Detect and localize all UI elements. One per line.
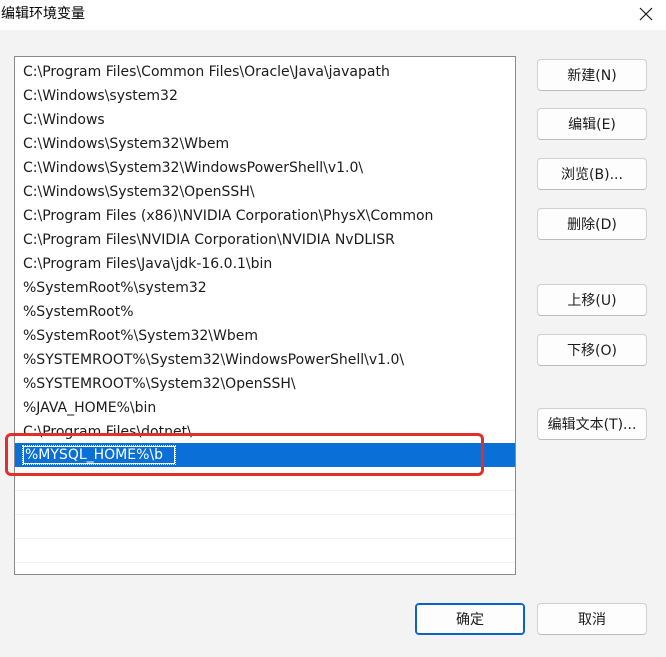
ok-button[interactable]: 确定 [415,603,525,635]
empty-row [15,539,515,563]
list-item[interactable]: C:\Windows\system32 [15,84,515,108]
list-item[interactable]: %SYSTEMROOT%\System32\WindowsPowerShell\… [15,348,515,372]
close-icon [639,7,653,21]
list-item[interactable]: %JAVA_HOME%\bin [15,396,515,420]
empty-row [15,491,515,515]
delete-button[interactable]: 删除(D) [537,208,647,240]
path-list[interactable]: C:\Program Files\Common Files\Oracle\Jav… [14,56,516,575]
list-item[interactable]: %SystemRoot%\System32\Wbem [15,324,515,348]
list-item[interactable]: %SystemRoot% [15,300,515,324]
empty-row [15,515,515,539]
list-item[interactable]: C:\Program Files\Java\jdk-16.0.1\bin [15,252,515,276]
window-title: 编辑环境变量 [1,6,85,22]
cancel-button[interactable]: 取消 [537,603,647,635]
move-up-button[interactable]: 上移(U) [537,284,647,316]
list-item[interactable]: %SystemRoot%\system32 [15,276,515,300]
edit-button[interactable]: 编辑(E) [537,108,647,140]
path-edit-input[interactable] [22,445,177,465]
list-item[interactable]: C:\Windows [15,108,515,132]
list-item-selected[interactable] [15,443,515,467]
browse-button[interactable]: 浏览(B)... [537,158,647,190]
close-button[interactable] [626,0,666,28]
list-item[interactable]: C:\Windows\System32\WindowsPowerShell\v1… [15,156,515,180]
list-item[interactable]: C:\Program Files\dotnet\ [15,420,515,444]
list-item[interactable]: C:\Program Files (x86)\NVIDIA Corporatio… [15,204,515,228]
move-down-button[interactable]: 下移(O) [537,334,647,366]
title-bar: 编辑环境变量 [0,0,666,30]
empty-row [15,467,515,491]
list-item[interactable]: C:\Program Files\NVIDIA Corporation\NVID… [15,228,515,252]
list-item[interactable]: C:\Windows\System32\Wbem [15,132,515,156]
list-item[interactable]: C:\Program Files\Common Files\Oracle\Jav… [15,60,515,84]
edit-environment-variable-dialog: 编辑环境变量 C:\Program Files\Common Files\Ora… [0,0,666,657]
edit-text-button[interactable]: 编辑文本(T)... [537,408,647,440]
list-item[interactable]: C:\Windows\System32\OpenSSH\ [15,180,515,204]
list-item[interactable]: %SYSTEMROOT%\System32\OpenSSH\ [15,372,515,396]
new-button[interactable]: 新建(N) [537,59,647,91]
